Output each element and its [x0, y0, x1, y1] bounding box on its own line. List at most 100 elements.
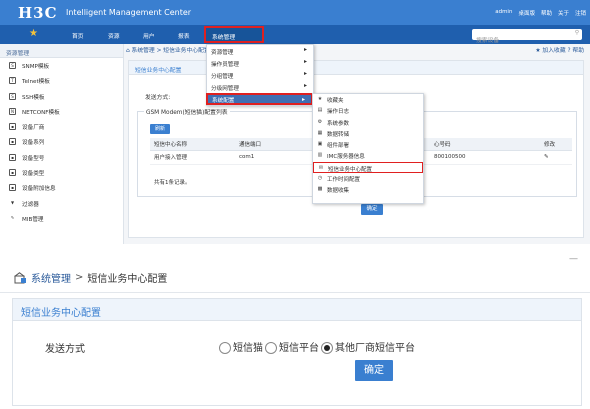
col-edit: 修改 — [540, 138, 572, 151]
sidebar-item-ssh[interactable]: S SSH模板 — [0, 89, 123, 104]
server-icon: ▥ — [317, 152, 323, 159]
menu-item-hierarchical[interactable]: 分级网管理 ▸ — [207, 81, 313, 93]
sidebar-item-netconf[interactable]: N NETCONF模板 — [0, 104, 123, 119]
system-management-menu: 资源管理 ▸ 操作员管理 ▸ 分组管理 ▸ 分级网管理 ▸ 系统配置 ▸ — [206, 44, 314, 106]
header-links: admin 桌面版 帮助 关于 注销 — [495, 9, 586, 17]
sidebar-item-model[interactable]: ▪ 设备型号 — [0, 150, 123, 165]
submenu-label: 操作日志 — [327, 109, 350, 116]
submenu-data-dump[interactable]: ▦ 数据转储 — [313, 128, 423, 139]
app-title: Intelligent Management Center — [66, 8, 192, 17]
star-icon: ★ — [317, 96, 323, 102]
template-icon: S — [9, 92, 16, 100]
nav-system-management-highlight[interactable]: 系统管理 — [204, 26, 264, 43]
menu-item-group[interactable]: 分组管理 ▸ — [207, 69, 313, 81]
sidebar-item-snmp[interactable]: S SNMP模板 — [0, 58, 123, 73]
ok-button[interactable]: 确定 — [355, 360, 393, 381]
panel-title: 短信业务中心配置 — [129, 61, 583, 75]
radio-other-vendor-platform[interactable]: 其他厂商短信平台 — [321, 339, 415, 354]
radio-label: 短信猫 — [233, 343, 263, 354]
ok-button[interactable]: 确定 — [361, 204, 383, 215]
app-header: H3C Intelligent Management Center admin … — [0, 0, 590, 25]
menu-item-operator[interactable]: 操作员管理 ▸ — [207, 57, 313, 69]
add-favorite-link[interactable]: 加入收藏 — [542, 48, 565, 54]
sidebar-item-label: 设备厂商 — [22, 125, 45, 132]
sidebar-item-vendor[interactable]: ▪ 设备厂商 — [0, 119, 123, 134]
submenu-label: IMC服务器信息 — [327, 154, 365, 161]
home-icon[interactable] — [14, 271, 27, 284]
submenu-component-deploy[interactable]: ▣ 组件部署 — [313, 139, 423, 150]
submenu-data-collect[interactable]: ▩ 数据收集 — [313, 184, 423, 195]
collect-icon: ▩ — [317, 186, 323, 193]
overview-screenshot: H3C Intelligent Management Center admin … — [0, 0, 590, 244]
h3c-logo: H3C — [18, 4, 58, 22]
sidebar-item-label: 设备型号 — [22, 155, 45, 162]
submenu-sms-center-config[interactable]: ✉ 短信业务中心配置 — [313, 161, 423, 174]
menu-item-system-config[interactable]: 系统配置 ▸ — [206, 93, 313, 105]
submenu-server-info[interactable]: ▥ IMC服务器信息 — [313, 150, 423, 161]
dump-icon: ▦ — [317, 129, 323, 136]
sidebar-item-extra-info[interactable]: ▪ 设备附加信息 — [0, 180, 123, 195]
desktop-link[interactable]: 桌面版 — [518, 9, 535, 17]
sidebar-item-label: Telnet模板 — [22, 79, 50, 86]
user-link[interactable]: admin — [495, 9, 512, 17]
clock-icon: ◷ — [317, 175, 323, 182]
edit-icon[interactable]: ✎ — [540, 150, 572, 165]
col-center-name: 短信中心名称 — [150, 138, 235, 151]
radio-button[interactable] — [265, 342, 277, 354]
nav-home[interactable]: 首页 — [72, 31, 84, 40]
submenu-work-time[interactable]: ◷ 工作时间配置 — [313, 173, 423, 184]
zoomed-screenshot: — 系统管理 > 短信业务中心配置 短信业务中心配置 发送方式 短信猫 短信平台… — [0, 254, 590, 409]
radio-sms-modem[interactable]: 短信猫 — [219, 339, 263, 354]
sidebar-item-filter[interactable]: ▼ 过滤器 — [0, 196, 123, 211]
sidebar-item-label: SSH模板 — [22, 94, 45, 101]
submenu-favorites[interactable]: ★ 收藏夹 — [313, 94, 423, 105]
nav-report[interactable]: 报表 — [178, 31, 190, 40]
about-link[interactable]: 关于 — [558, 9, 569, 17]
sidebar-item-series[interactable]: ▪ 设备系列 — [0, 134, 123, 149]
radio-button-checked[interactable] — [321, 342, 333, 354]
template-icon: N — [9, 107, 16, 115]
sidebar-item-telnet[interactable]: T Telnet模板 — [0, 73, 123, 88]
logout-link[interactable]: 注销 — [575, 9, 586, 17]
favorites-star-icon[interactable]: ★ — [29, 28, 38, 39]
breadcrumb-root[interactable]: 系统管理 — [132, 48, 155, 54]
help-link[interactable]: 帮助 — [572, 48, 584, 54]
submenu-operation-log[interactable]: ▤ 操作日志 — [313, 105, 423, 116]
sidebar-item-mib[interactable]: ✎ MIB管理 — [0, 211, 123, 226]
nav-resource[interactable]: 资源 — [108, 31, 120, 40]
menu-item-label: 分组管理 — [211, 74, 234, 80]
add-favorite-icon[interactable]: ★ — [535, 48, 540, 54]
refresh-button[interactable]: 刷新 — [150, 124, 170, 134]
submenu-arrow-icon: ▸ — [301, 96, 305, 103]
info-icon: ▪ — [9, 184, 16, 192]
menu-item-label: 资源管理 — [211, 50, 234, 56]
breadcrumb-actions: ★ 加入收藏 ? 帮助 — [535, 45, 584, 54]
breadcrumb-large: 系统管理 > 短信业务中心配置 — [14, 270, 167, 285]
breadcrumb-current: 短信业务中心配置 — [87, 274, 168, 285]
nav-user[interactable]: 用户 — [143, 31, 155, 40]
sidebar-item-type[interactable]: ▪ 设备类型 — [0, 165, 123, 180]
submenu-system-params[interactable]: ⚙ 系统参数 — [313, 117, 423, 128]
sidebar-item-label: SNMP模板 — [22, 64, 50, 70]
menu-item-label: 分级网管理 — [211, 86, 239, 92]
breadcrumb-root[interactable]: 系统管理 — [31, 270, 71, 285]
home-icon[interactable]: ⌂ — [126, 48, 130, 54]
cell-port: com1 — [235, 150, 320, 165]
menu-item-resource[interactable]: 资源管理 ▸ — [207, 45, 313, 57]
submenu-label: 数据收集 — [327, 188, 350, 195]
radio-button[interactable] — [219, 342, 231, 354]
send-method-label: 发送方式 — [45, 344, 85, 355]
nav-system-management[interactable]: 系统管理 — [212, 32, 235, 41]
search-icon[interactable]: ⚲ — [575, 30, 579, 36]
gear-icon: ⚙ — [317, 118, 323, 125]
sidebar-item-label: 设备系列 — [22, 140, 45, 147]
sidebar-title[interactable]: 资源管理 — [0, 44, 123, 58]
search-input[interactable]: 搜索设备 ⚲ — [472, 29, 582, 44]
radio-label: 其他厂商短信平台 — [335, 343, 415, 354]
minimize-icon[interactable]: — — [569, 254, 578, 264]
breadcrumb: ⌂ 系统管理 > 短信业务中心配置 — [126, 45, 210, 54]
help-icon[interactable]: ? — [567, 48, 570, 54]
component-icon: ▣ — [317, 141, 323, 148]
help-link[interactable]: 帮助 — [541, 9, 552, 17]
radio-sms-platform[interactable]: 短信平台 — [265, 339, 319, 354]
